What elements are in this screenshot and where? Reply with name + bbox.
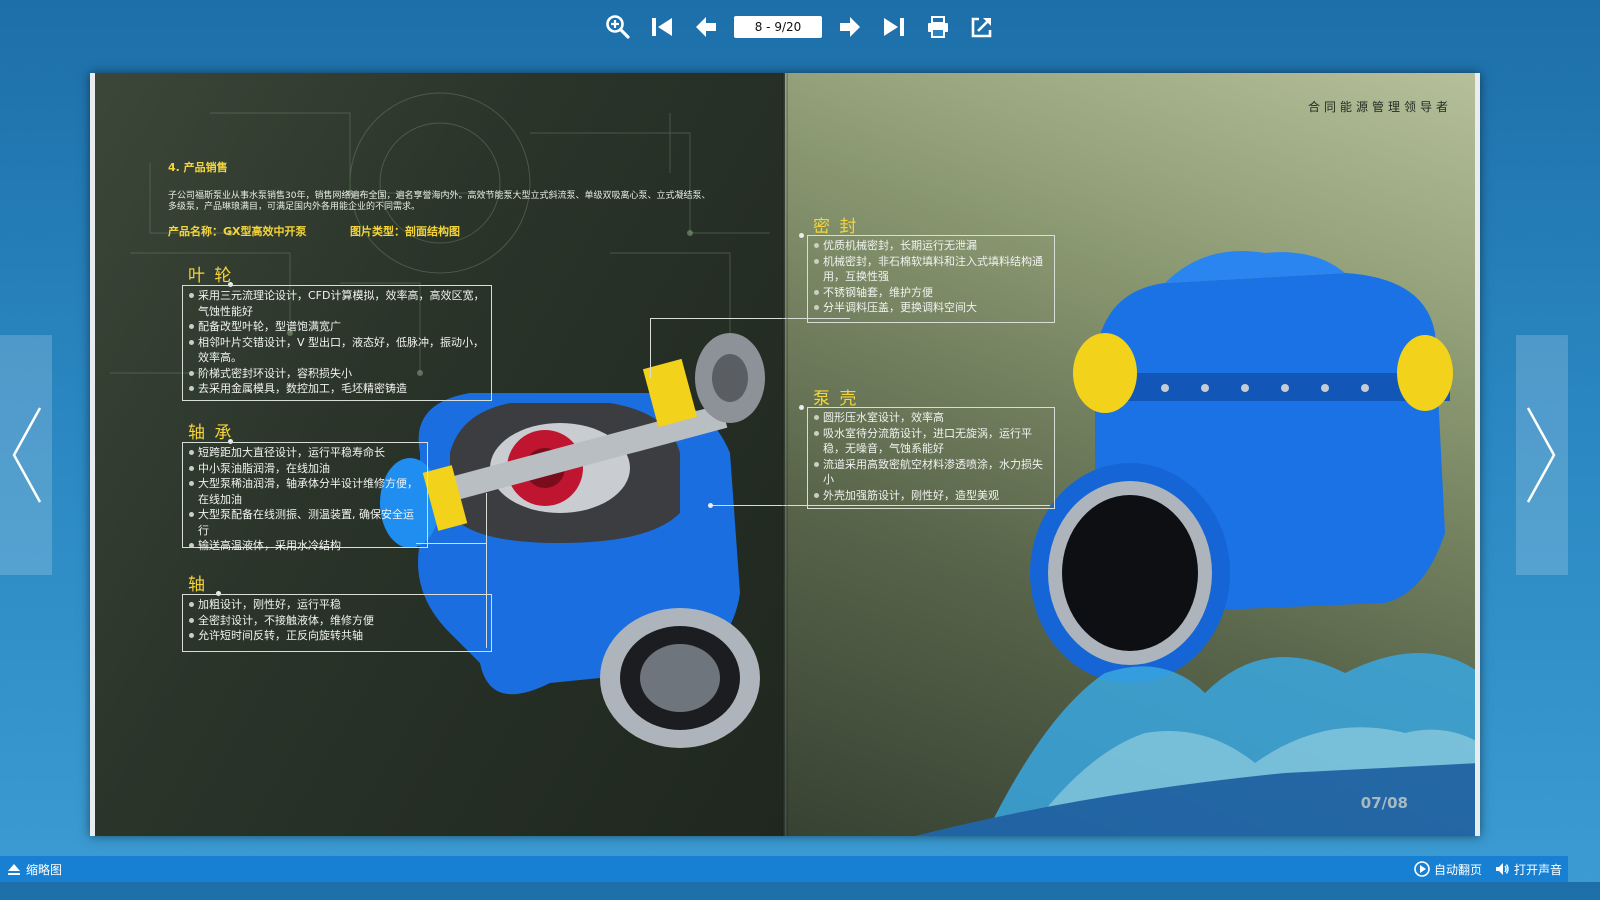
share-icon bbox=[971, 17, 992, 38]
previous-page-button[interactable] bbox=[687, 8, 725, 46]
casing-features-box: 圆形压水室设计，效率高 吸水室待分流筋设计，进口无旋涡，运行平稳，无噪音，气蚀系… bbox=[807, 407, 1055, 509]
shaft-title: 轴 bbox=[188, 575, 207, 595]
share-button[interactable] bbox=[963, 8, 1001, 46]
page-edge-right bbox=[1475, 73, 1480, 836]
first-page-button[interactable] bbox=[643, 8, 681, 46]
image-type: 图片类型：剖面结构图 bbox=[350, 225, 460, 238]
seal-feature: 机械密封，非石棉软填料和注入式填料结构通用，互换性强 bbox=[812, 254, 1050, 285]
casing-feature: 流道采用高致密航空材料渗透喷涂，水力损失小 bbox=[812, 457, 1050, 488]
chevron-right-icon bbox=[1526, 407, 1556, 503]
shaft-feature: 全密封设计，不接触液体，维修方便 bbox=[187, 613, 487, 629]
shaft-feature: 加粗设计，刚性好，运行平稳 bbox=[187, 597, 487, 613]
bearing-features-box: 短跨距加大直径设计，运行平稳寿命长 中小泵油脂润滑，在线加油 大型泵稀油润滑，轴… bbox=[182, 442, 428, 552]
page-indicator[interactable]: 8 - 9/20 bbox=[734, 16, 822, 38]
last-page-icon bbox=[884, 18, 904, 36]
seal-features-box: 优质机械密封，长期运行无泄漏 机械密封，非石棉软填料和注入式填料结构通用，互换性… bbox=[807, 235, 1055, 323]
impeller-feature: 相邻叶片交错设计，V 型出口，液态好，低脉冲，振动小，效率高。 bbox=[187, 335, 487, 366]
print-icon bbox=[928, 16, 948, 38]
eject-icon bbox=[8, 864, 20, 875]
seal-connector-line bbox=[650, 318, 850, 319]
seal-feature: 优质机械密封，长期运行无泄漏 bbox=[812, 238, 1050, 254]
intro-line-1: 子公司福斯泵业从事水泵销售30年，销售网络遍布全国，遍名享誉海内外。高效节能泵大… bbox=[168, 191, 711, 201]
casing-connector-line bbox=[710, 505, 1050, 506]
page-edge-left bbox=[90, 73, 95, 836]
casing-title: 泵 壳 bbox=[813, 389, 859, 409]
left-page: 4. 产品销售 子公司福斯泵业从事水泵销售30年，销售网络遍布全国，遍名享誉海内… bbox=[90, 73, 785, 836]
last-page-button[interactable] bbox=[875, 8, 913, 46]
bearing-feature: 大型泵配备在线测振、测温装置, 确保安全运行 bbox=[187, 507, 423, 538]
shaft-feature: 允许短时间反转，正反向旋转共轴 bbox=[187, 628, 487, 644]
bearing-title: 轴 承 bbox=[188, 423, 234, 443]
impeller-feature: 去采用金属模具，数控加工，毛坯精密铸造 bbox=[187, 381, 487, 397]
page-number: 07/08 bbox=[1360, 794, 1408, 812]
chevron-left-icon bbox=[12, 407, 42, 503]
book-spread[interactable]: 4. 产品销售 子公司福斯泵业从事水泵销售30年，销售网络遍布全国，遍名享誉海内… bbox=[90, 73, 1480, 836]
speaker-icon bbox=[1495, 863, 1509, 875]
sound-button[interactable]: 打开声音 bbox=[1494, 861, 1562, 878]
pump-illustration bbox=[1030, 251, 1453, 683]
next-page-icon bbox=[840, 17, 860, 37]
product-name: 产品名称：GX型高效中开泵 bbox=[168, 225, 307, 238]
previous-page-icon bbox=[696, 17, 716, 37]
shaft-connector-line bbox=[486, 493, 487, 648]
bearing-connector-line bbox=[416, 543, 486, 544]
right-page: 合同能源管理领导者 密 封 优质机械密封，长期运行无泄漏 机械密封，非石棉软填料… bbox=[785, 73, 1480, 836]
company-slogan: 合同能源管理领导者 bbox=[1307, 100, 1452, 114]
autoflip-button[interactable]: 自动翻页 bbox=[1414, 861, 1482, 878]
seal-connector-line-vertical bbox=[650, 318, 651, 378]
casing-feature: 吸水室待分流筋设计，进口无旋涡，运行平稳，无噪音，气蚀系能好 bbox=[812, 426, 1050, 457]
toolbar: 8 - 9/20 bbox=[596, 8, 1004, 46]
casing-connector-dot bbox=[799, 405, 804, 410]
casing-target-dot bbox=[708, 503, 713, 508]
bearing-feature: 大型泵稀油润滑，轴承体分半设计维修方便，在线加油 bbox=[187, 476, 423, 507]
bearing-feature: 输送高温液体，采用水冷结构 bbox=[187, 538, 423, 554]
intro-text: 子公司福斯泵业从事水泵销售30年，销售网络遍布全国，遍名享誉海内外。高效节能泵大… bbox=[168, 191, 768, 213]
seal-title: 密 封 bbox=[813, 217, 859, 237]
previous-page-arrow[interactable] bbox=[0, 335, 52, 575]
impeller-feature: 采用三元流理论设计，CFD计算模拟，效率高，高效区宽，气蚀性能好 bbox=[187, 288, 487, 319]
book-spine bbox=[782, 73, 788, 836]
thumbnail-label: 缩略图 bbox=[26, 862, 63, 877]
bearing-feature: 短跨距加大直径设计，运行平稳寿命长 bbox=[187, 445, 423, 461]
zoom-in-button[interactable] bbox=[599, 8, 637, 46]
bearing-feature: 中小泵油脂润滑，在线加油 bbox=[187, 461, 423, 477]
print-button[interactable] bbox=[919, 8, 957, 46]
impeller-feature: 配备改型叶轮，型谱饱满宽广 bbox=[187, 319, 487, 335]
bottom-bar: 缩略图 自动翻页 打开声音 bbox=[0, 856, 1568, 882]
sound-label: 打开声音 bbox=[1513, 862, 1562, 877]
impeller-title: 叶 轮 bbox=[188, 266, 234, 286]
seal-connector-dot bbox=[799, 233, 804, 238]
impeller-features-box: 采用三元流理论设计，CFD计算模拟，效率高，高效区宽，气蚀性能好 配备改型叶轮，… bbox=[182, 285, 492, 401]
autoflip-label: 自动翻页 bbox=[1433, 862, 1482, 877]
shaft-features-box: 加粗设计，刚性好，运行平稳 全密封设计，不接触液体，维修方便 允许短时间反转，正… bbox=[182, 594, 492, 652]
section-heading: 4. 产品销售 bbox=[168, 161, 228, 174]
clock-icon bbox=[1414, 861, 1430, 877]
intro-line-2: 多级泵，产品琳琅满目，可满足国内外各用能企业的不同需求。 bbox=[168, 202, 421, 212]
seal-feature: 不锈钢轴套，维护方便 bbox=[812, 285, 1050, 301]
zoom-in-icon bbox=[606, 15, 630, 39]
impeller-feature: 阶梯式密封环设计，容积损失小 bbox=[187, 366, 487, 382]
casing-feature: 圆形压水室设计，效率高 bbox=[812, 410, 1050, 426]
next-page-arrow[interactable] bbox=[1516, 335, 1568, 575]
thumbnail-button[interactable]: 缩略图 bbox=[6, 861, 62, 878]
next-page-button[interactable] bbox=[831, 8, 869, 46]
seal-feature: 分半调料压盖，更换调料空间大 bbox=[812, 300, 1050, 316]
casing-feature: 外壳加强筋设计，刚性好，造型美观 bbox=[812, 488, 1050, 504]
first-page-icon bbox=[652, 18, 672, 36]
